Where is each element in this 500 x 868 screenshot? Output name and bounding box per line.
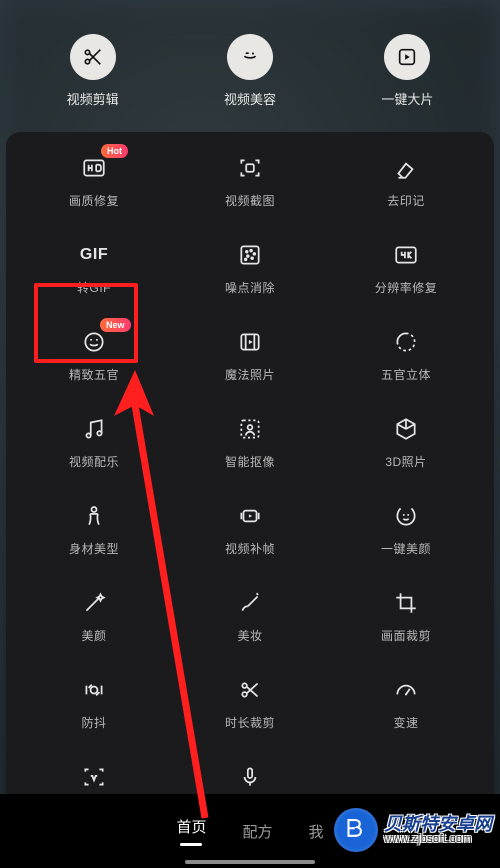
tile-resolution-repair[interactable]: 分辨率修复 [328, 237, 484, 298]
tile-label: 防抖 [81, 714, 106, 731]
wand-icon [80, 589, 108, 617]
face-outline-dashed-icon [392, 328, 420, 356]
tile-label: 精致五官 [69, 366, 119, 383]
person-dotted-icon [236, 415, 264, 443]
tile-stabilize[interactable]: 防抖 [16, 672, 172, 733]
noise-square-icon [236, 241, 264, 269]
frames-play-icon [236, 502, 264, 530]
brush-icon [236, 589, 264, 617]
tile-label: 五官立体 [381, 366, 431, 383]
top-one-click-film[interactable]: 一键大片 [381, 34, 433, 108]
tile-label: 美颜 [81, 627, 106, 644]
tile-video-screenshot[interactable]: 视频截图 [172, 150, 328, 211]
tile-label: 视频补帧 [225, 540, 275, 557]
tile-one-click-beauty[interactable]: 一键美颜 [328, 498, 484, 559]
tile-frame-interp[interactable]: 视频补帧 [172, 498, 328, 559]
top-video-beauty[interactable]: 视频美容 [224, 34, 276, 108]
capture-corners-icon [236, 154, 264, 182]
tile-duration-trim[interactable]: 时长裁剪 [172, 672, 328, 733]
tile-label: 视频配乐 [69, 453, 119, 470]
nav-label: 首页 [176, 816, 206, 837]
top-label: 一键大片 [381, 89, 433, 108]
tile-quality-repair[interactable]: Hot 画质修复 [16, 150, 172, 211]
tile-crop[interactable]: 画面裁剪 [328, 585, 484, 646]
wink-face-icon [227, 34, 273, 80]
tile-label: 视频截图 [225, 192, 275, 209]
stabilize-icon [80, 676, 108, 704]
play-square-icon [384, 34, 430, 80]
hd-square-icon [80, 154, 108, 182]
tile-remove-watermark[interactable]: 去印记 [328, 150, 484, 211]
tile-label: 美妆 [237, 627, 262, 644]
new-badge: New [100, 318, 131, 332]
tile-label: 变速 [393, 714, 418, 731]
nav-label: 我 [309, 821, 324, 842]
face-sparkle-icon [392, 502, 420, 530]
nav-recipe[interactable]: 配方 [242, 821, 272, 842]
nav-label: 配方 [242, 821, 272, 842]
hot-badge: Hot [101, 144, 128, 158]
scissors-small-icon [236, 676, 264, 704]
top-video-edit[interactable]: 视频剪辑 [67, 34, 119, 108]
cube-icon [392, 415, 420, 443]
tile-label: 画面裁剪 [381, 627, 431, 644]
tile-label: 3D照片 [385, 453, 426, 470]
face-smile-icon [80, 328, 108, 356]
tile-smart-cutout[interactable]: 智能抠像 [172, 411, 328, 472]
film-play-icon [236, 328, 264, 356]
nav-me[interactable]: 我 [309, 821, 324, 842]
tile-beauty[interactable]: 美颜 [16, 585, 172, 646]
gif-text-icon: GIF [80, 241, 108, 269]
tile-magic-photo[interactable]: 魔法照片 [172, 324, 328, 385]
tile-label: 转GIF [77, 279, 111, 296]
speedometer-icon [392, 676, 420, 704]
tile-makeup[interactable]: 美妆 [172, 585, 328, 646]
scissors-icon [70, 34, 116, 80]
tile-video-music[interactable]: 视频配乐 [16, 411, 172, 472]
tile-to-gif[interactable]: GIF 转GIF [16, 237, 172, 298]
tile-face-3d[interactable]: 五官立体 [328, 324, 484, 385]
bottom-nav: 首页 配方 我 [0, 794, 500, 868]
tile-label: 身材美型 [69, 540, 119, 557]
tile-label: 魔法照片 [225, 366, 275, 383]
microphone-icon [236, 763, 264, 791]
crop-icon [392, 589, 420, 617]
music-note-icon [80, 415, 108, 443]
top-label: 视频美容 [224, 89, 276, 108]
tile-speed[interactable]: 变速 [328, 672, 484, 733]
tile-label: 分辨率修复 [375, 279, 438, 296]
tile-label: 时长裁剪 [225, 714, 275, 731]
tile-refined-features[interactable]: New 精致五官 [16, 324, 172, 385]
body-icon [80, 502, 108, 530]
tile-label: 噪点消除 [225, 279, 275, 296]
tools-panel: Hot 画质修复 视频截图 去印记 GIF 转GIF 噪点消除 分辨率修复 Ne… [6, 132, 494, 830]
eraser-icon [392, 154, 420, 182]
tile-body-shape[interactable]: 身材美型 [16, 498, 172, 559]
tile-noise-reduce[interactable]: 噪点消除 [172, 237, 328, 298]
tile-label: 智能抠像 [225, 453, 275, 470]
top-label: 视频剪辑 [67, 89, 119, 108]
fourk-square-icon [392, 241, 420, 269]
tile-3d-photo[interactable]: 3D照片 [328, 411, 484, 472]
caption-scan-icon [80, 763, 108, 791]
home-indicator [185, 860, 315, 864]
panel-handle[interactable] [0, 114, 500, 132]
tile-label: 画质修复 [69, 192, 119, 209]
tile-label: 一键美颜 [381, 540, 431, 557]
nav-home[interactable]: 首页 [176, 816, 206, 846]
tile-label: 去印记 [387, 192, 425, 209]
